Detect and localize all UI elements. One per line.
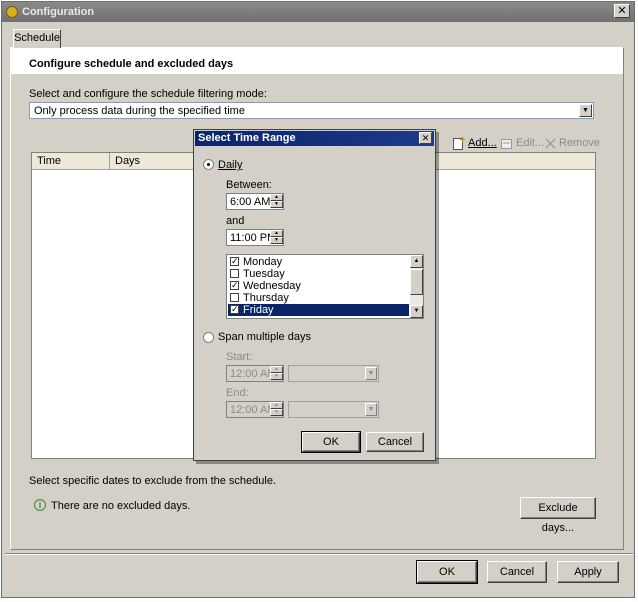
checkbox-checked[interactable]: ✓ [230, 305, 239, 314]
info-icon: i [34, 499, 46, 511]
excluded-days-status: There are no excluded days. [51, 500, 191, 512]
excluded-days-label: Select specific dates to exclude from th… [29, 475, 277, 487]
spin-down-icon[interactable]: ▼ [270, 409, 283, 416]
dialog-title: Select Time Range [198, 132, 296, 144]
and-label: and [226, 215, 245, 227]
remove-icon [545, 138, 556, 148]
spin-down-icon[interactable]: ▼ [270, 373, 283, 380]
checkbox-unchecked[interactable] [230, 269, 239, 278]
edit-button[interactable]: Edit... [500, 136, 544, 150]
apply-button[interactable]: Apply [557, 561, 619, 583]
bottom-divider [5, 553, 633, 555]
page-title: Configure schedule and excluded days [29, 58, 234, 70]
checkbox-unchecked[interactable] [230, 293, 239, 302]
ok-button[interactable]: OK [416, 560, 478, 584]
add-icon [453, 136, 465, 150]
spin-up-icon[interactable]: ▲ [270, 366, 283, 373]
remove-button[interactable]: Remove [545, 136, 600, 150]
chevron-down-icon[interactable]: ▼ [365, 367, 377, 380]
end-time-spinner[interactable]: 11:00 PM ▲ ▼ [226, 229, 284, 246]
tab-schedule[interactable]: Schedule [13, 29, 61, 48]
day-item-wednesday[interactable]: ✓ Wednesday [228, 280, 409, 292]
select-time-range-dialog: Select Time Range ✕ Daily Between: 6:00 … [193, 129, 436, 461]
spin-down-icon[interactable]: ▼ [270, 237, 283, 244]
daily-label: Daily [218, 159, 243, 171]
scroll-thumb[interactable] [410, 269, 423, 295]
add-label: Add... [468, 137, 497, 149]
dialog-cancel-button[interactable]: Cancel [366, 432, 424, 452]
span-end-time-spinner[interactable]: 12:00 AM ▲ ▼ [226, 401, 284, 418]
checkbox-checked[interactable]: ✓ [230, 281, 239, 290]
day-item-monday[interactable]: ✓ Monday [228, 256, 409, 268]
column-header-time[interactable]: Time [32, 153, 110, 170]
chevron-down-icon[interactable]: ▼ [579, 104, 592, 117]
remove-label: Remove [559, 137, 600, 149]
checkbox-checked[interactable]: ✓ [230, 257, 239, 266]
edit-label: Edit... [516, 137, 545, 149]
filter-mode-dropdown[interactable]: Only process data during the specified t… [29, 102, 594, 119]
dialog-close-button[interactable]: ✕ [419, 132, 432, 144]
span-start-label: Start: [226, 351, 253, 363]
span-multiple-days-radio[interactable] [203, 332, 214, 343]
day-item-tuesday[interactable]: Tuesday [228, 268, 409, 280]
days-checklist[interactable]: ✓ Monday Tuesday ✓ Wednesday Thursday ✓ … [226, 254, 424, 319]
span-start-time-spinner[interactable]: 12:00 AM ▲ ▼ [226, 365, 284, 382]
days-scrollbar[interactable]: ▲ ▼ [410, 255, 423, 318]
chevron-down-icon[interactable]: ▼ [365, 403, 377, 416]
window-title: Configuration [22, 6, 95, 18]
daily-radio[interactable] [203, 159, 214, 170]
scroll-up-icon[interactable]: ▲ [410, 255, 423, 268]
spin-down-icon[interactable]: ▼ [270, 201, 283, 208]
start-time-spinner[interactable]: 6:00 AM ▲ ▼ [226, 193, 284, 210]
between-label: Between: [226, 179, 272, 191]
filter-mode-value: Only process data during the specified t… [34, 105, 245, 117]
spin-up-icon[interactable]: ▲ [270, 230, 283, 237]
span-end-date-dropdown[interactable]: ▼ [288, 401, 379, 418]
edit-icon [501, 138, 512, 149]
scroll-down-icon[interactable]: ▼ [410, 305, 423, 318]
spin-up-icon[interactable]: ▲ [270, 194, 283, 201]
window-close-button[interactable]: ✕ [614, 4, 630, 18]
exclude-days-button[interactable]: Exclude days... [520, 497, 596, 534]
span-end-label: End: [226, 387, 249, 399]
dialog-ok-button[interactable]: OK [301, 431, 361, 453]
day-item-friday[interactable]: ✓ Friday [228, 304, 409, 316]
span-multiple-days-label: Span multiple days [218, 331, 311, 343]
dialog-titlebar: Select Time Range ✕ [195, 131, 434, 146]
window-titlebar: Configuration ✕ [2, 2, 634, 22]
add-button[interactable]: Add... [452, 136, 497, 150]
start-time-value: 6:00 AM [230, 196, 271, 208]
app-icon [6, 6, 18, 18]
span-start-date-dropdown[interactable]: ▼ [288, 365, 379, 382]
cancel-button[interactable]: Cancel [487, 561, 547, 583]
day-item-thursday[interactable]: Thursday [228, 292, 409, 304]
spin-up-icon[interactable]: ▲ [270, 402, 283, 409]
filter-mode-label: Select and configure the schedule filter… [29, 88, 267, 100]
